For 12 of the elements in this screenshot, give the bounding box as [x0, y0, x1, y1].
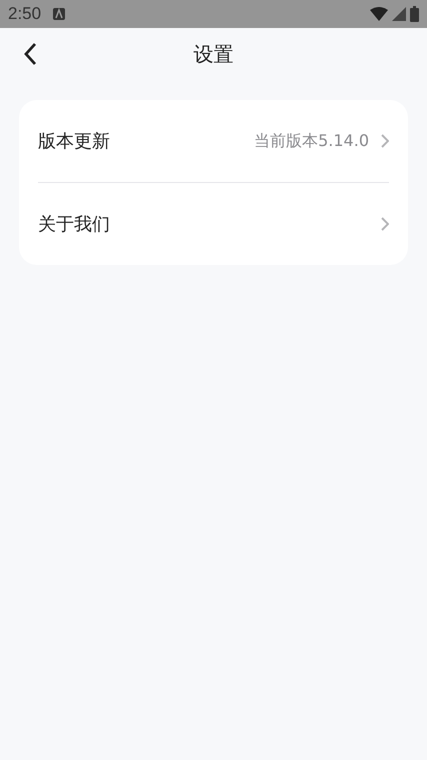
- setting-label[interactable]: 版本更新: [38, 129, 110, 153]
- chevron-icon: [381, 134, 389, 148]
- back-icon: [23, 42, 37, 66]
- wifi-icon: [370, 7, 388, 21]
- page-title: 设置: [194, 40, 234, 68]
- signal-icon: [392, 7, 406, 21]
- setting-label[interactable]: 关于我们: [38, 212, 110, 236]
- notification-icon: [53, 8, 66, 20]
- chevron-icon: [381, 217, 389, 231]
- setting-value: 当前版本5.14.0: [254, 130, 369, 152]
- battery-icon: [410, 6, 419, 22]
- status-time: 2:50: [8, 4, 42, 24]
